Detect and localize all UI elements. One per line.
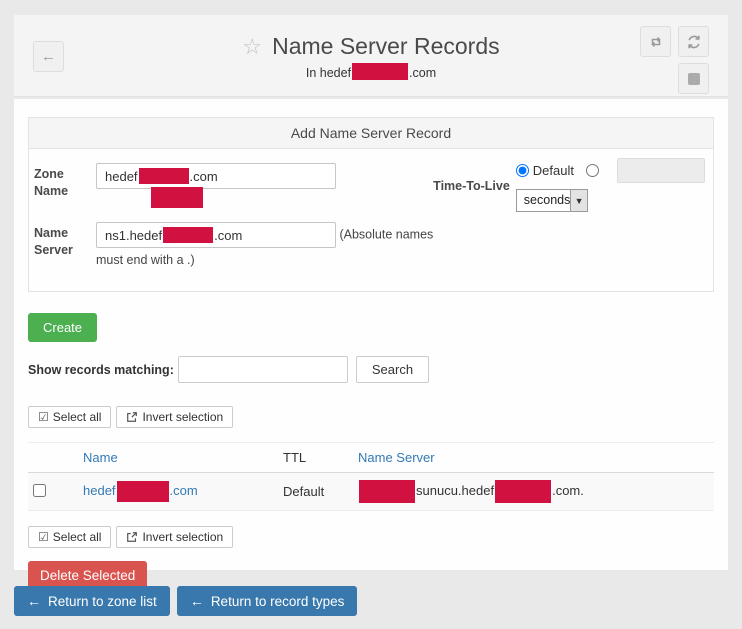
return-to-zone-list-button[interactable]: ← Return to zone list (14, 586, 170, 616)
record-ns-mid: sunucu.hedef (416, 483, 494, 498)
subtitle-suffix: .com (409, 66, 436, 80)
stop-button[interactable] (678, 63, 709, 94)
column-header-name-server[interactable]: Name Server (358, 450, 435, 465)
ttl-default-label: Default (533, 163, 574, 178)
table-header-row: Name TTL Name Server (28, 443, 714, 473)
checkbox-checked-icon: ☑ (38, 531, 49, 543)
redaction-box (495, 480, 551, 503)
left-arrow-icon: ← (190, 593, 204, 609)
refresh-icon (686, 34, 702, 50)
record-ttl: Default (278, 473, 353, 511)
add-record-panel: Add Name Server Record Zone Name hedef .c… (28, 117, 714, 292)
records-table: Name TTL Name Server hedef .com Default s… (28, 442, 714, 511)
checkbox-checked-icon: ☑ (38, 411, 49, 423)
zone-name-input[interactable]: hedef .com (96, 163, 336, 189)
favorite-star-icon[interactable]: ☆ (242, 36, 262, 58)
column-header-name[interactable]: Name (83, 450, 118, 465)
ttl-unit-value: seconds (517, 190, 571, 211)
header-title-block: ☆ Name Server Records In hedef .com (14, 33, 728, 80)
table-row: hedef .com Default sunucu.hedef .com. (28, 473, 714, 511)
redaction-box (352, 63, 408, 80)
return-to-record-types-button[interactable]: ← Return to record types (177, 586, 358, 616)
repeat-icon (648, 34, 664, 50)
ttl-field-group: Time-To-Live Default seconds ▼ (433, 157, 705, 212)
footer-actions: ← Return to zone list ← Return to record… (14, 586, 357, 616)
zone-name-label: Zone Name (34, 163, 96, 200)
zone-name-suffix: .com (190, 169, 218, 184)
record-name-suffix: .com (170, 483, 198, 498)
left-arrow-icon: ← (27, 593, 41, 609)
search-input[interactable] (178, 356, 348, 383)
invert-selection-label: Invert selection (142, 530, 223, 544)
name-server-suffix: .com (214, 228, 242, 243)
ttl-label: Time-To-Live (433, 157, 510, 212)
panel-title: Add Name Server Record (29, 118, 713, 149)
invert-selection-icon (126, 531, 138, 543)
page-header: ← ☆ Name Server Records In hedef.com (14, 15, 728, 97)
search-button[interactable]: Search (356, 356, 429, 383)
return-to-zone-list-label: Return to zone list (48, 594, 157, 609)
row-checkbox[interactable] (33, 484, 46, 497)
select-all-button-bottom[interactable]: ☑ Select all (28, 526, 111, 548)
select-all-label: Select all (53, 530, 102, 544)
main-content: Add Name Server Record Zone Name hedef .c… (14, 99, 728, 570)
repeat-button[interactable] (640, 26, 671, 57)
page-subtitle: In hedef .com (14, 63, 728, 80)
redaction-box (359, 480, 415, 503)
redaction-box (163, 227, 213, 243)
invert-selection-button-bottom[interactable]: Invert selection (116, 526, 233, 548)
page-title: Name Server Records (272, 33, 500, 60)
subtitle-prefix: In hedef (306, 66, 351, 80)
header-checkbox-column (28, 443, 78, 473)
return-to-record-types-label: Return to record types (211, 594, 345, 609)
ttl-default-radio[interactable] (516, 164, 529, 177)
ttl-value-input[interactable] (617, 158, 705, 183)
select-all-label: Select all (53, 410, 102, 424)
create-button[interactable]: Create (28, 313, 97, 342)
column-header-ttl: TTL (278, 443, 353, 473)
record-name-prefix: hedef (83, 483, 116, 498)
chevron-down-icon: ▼ (570, 190, 586, 211)
redaction-box (117, 481, 169, 502)
redaction-box (139, 168, 189, 184)
record-name-server: sunucu.hedef .com. (353, 473, 714, 511)
invert-selection-label: Invert selection (142, 410, 223, 424)
select-all-button-top[interactable]: ☑ Select all (28, 406, 111, 428)
refresh-button[interactable] (678, 26, 709, 57)
invert-selection-icon (126, 411, 138, 423)
stop-square-icon (688, 73, 700, 85)
redaction-box (151, 187, 203, 208)
ttl-unit-select[interactable]: seconds ▼ (516, 189, 588, 212)
invert-selection-button-top[interactable]: Invert selection (116, 406, 233, 428)
ttl-custom-radio[interactable] (586, 164, 599, 177)
zone-name-prefix: hedef (105, 169, 138, 184)
record-name-link[interactable]: hedef .com (83, 483, 198, 498)
name-server-input[interactable]: ns1.hedef .com (96, 222, 336, 248)
name-server-label: Name Server (34, 222, 96, 273)
name-server-prefix: ns1.hedef (105, 228, 162, 243)
search-label: Show records matching: (28, 363, 174, 377)
record-ns-suffix: .com. (552, 483, 584, 498)
